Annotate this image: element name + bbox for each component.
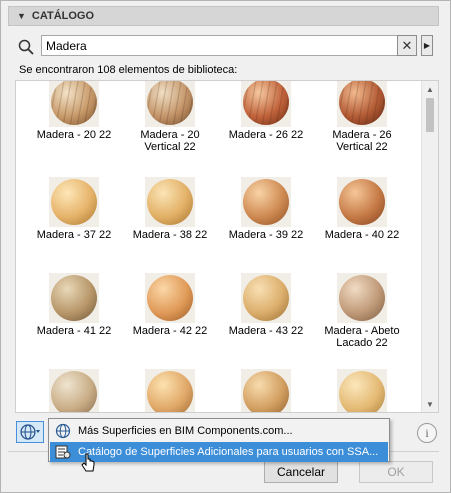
material-sphere-preview — [51, 371, 97, 412]
globe-icon — [55, 423, 71, 439]
material-label: Madera - 26 Vertical 22 — [332, 129, 392, 153]
material-thumbnail — [145, 81, 195, 127]
material-sphere-preview — [51, 81, 97, 125]
material-tile[interactable]: Madera - Abeto Lacado 22 — [314, 273, 410, 349]
online-resources-button[interactable] — [16, 421, 44, 443]
material-tile[interactable]: Madera - 38 22 — [122, 177, 218, 241]
material-thumbnail — [49, 273, 99, 323]
material-tile[interactable]: Madera - 41 22 — [26, 273, 122, 337]
search-row: ✕ ▶ — [15, 35, 439, 57]
catalog-dialog: ▼ CATÁLOGO ✕ ▶ Se encontraron 108 elemen… — [0, 0, 451, 493]
material-sphere-preview — [339, 371, 385, 412]
material-label: Madera - 37 22 — [36, 229, 112, 241]
material-tile[interactable] — [26, 369, 122, 412]
scroll-down-icon[interactable]: ▼ — [422, 396, 438, 412]
info-icon: i — [425, 425, 429, 440]
material-sphere-preview — [147, 275, 193, 321]
catalog-icon — [55, 445, 71, 459]
material-label: Madera - 20 Vertical 22 — [140, 129, 200, 153]
material-thumbnail — [145, 177, 195, 227]
material-label: Madera - 41 22 — [36, 325, 112, 337]
material-label: Madera - 42 22 — [132, 325, 208, 337]
material-sphere-preview — [147, 371, 193, 412]
info-button[interactable]: i — [417, 423, 437, 443]
material-thumbnail — [241, 369, 291, 412]
material-tile[interactable]: Madera - 42 22 — [122, 273, 218, 337]
material-thumbnail — [337, 273, 387, 323]
material-thumbnail — [241, 177, 291, 227]
material-tile[interactable]: Madera - 39 22 — [218, 177, 314, 241]
material-label: Madera - 43 22 — [228, 325, 304, 337]
material-label: Madera - Abeto Lacado 22 — [324, 325, 400, 349]
search-input[interactable] — [41, 35, 403, 56]
ok-button[interactable]: OK — [359, 461, 433, 483]
menu-item-bim-components[interactable]: Más Superficies en BIM Components.com... — [50, 421, 388, 441]
material-grid-panel: Madera - 20 22 Madera - 20 Vertical 22 Mad… — [15, 80, 439, 413]
clear-search-button[interactable]: ✕ — [397, 35, 417, 56]
material-sphere-preview — [51, 179, 97, 225]
result-count: Se encontraron 108 elementos de bibliote… — [19, 64, 238, 76]
material-label: Madera - 40 22 — [324, 229, 400, 241]
globe-icon — [20, 424, 40, 440]
material-sphere-preview — [339, 275, 385, 321]
section-title: CATÁLOGO — [31, 10, 95, 22]
menu-item-ssa-catalog[interactable]: Catálogo de Superficies Adicionales para… — [50, 442, 388, 462]
material-label: Madera - 26 22 — [228, 129, 304, 141]
search-options-button[interactable]: ▶ — [421, 35, 433, 56]
material-thumbnail — [49, 177, 99, 227]
material-sphere-preview — [147, 81, 193, 125]
material-sphere-preview — [243, 371, 289, 412]
material-sphere-preview — [243, 275, 289, 321]
material-thumbnail — [241, 81, 291, 127]
material-tile[interactable]: Madera - 26 22 — [218, 81, 314, 141]
material-sphere-preview — [243, 179, 289, 225]
material-sphere-preview — [51, 275, 97, 321]
material-thumbnail — [241, 273, 291, 323]
material-tile[interactable]: Madera - 20 22 — [26, 81, 122, 141]
scrollbar-thumb[interactable] — [426, 98, 434, 132]
menu-item-label: Más Superficies en BIM Components.com... — [78, 425, 293, 437]
material-tile[interactable]: Madera - 43 22 — [218, 273, 314, 337]
material-thumbnail — [337, 177, 387, 227]
material-label: Madera - 38 22 — [132, 229, 208, 241]
material-thumbnail — [337, 369, 387, 412]
material-sphere-preview — [339, 81, 385, 125]
online-menu-popup: Más Superficies en BIM Components.com...… — [48, 418, 390, 462]
material-tile[interactable]: Madera - 40 22 — [314, 177, 410, 241]
material-tile[interactable] — [218, 369, 314, 412]
menu-item-label: Catálogo de Superficies Adicionales para… — [78, 446, 379, 458]
material-thumbnail — [145, 273, 195, 323]
material-thumbnail — [49, 369, 99, 412]
material-thumbnail — [337, 81, 387, 127]
material-sphere-preview — [243, 81, 289, 125]
material-sphere-preview — [147, 179, 193, 225]
catalog-section-header[interactable]: ▼ CATÁLOGO — [8, 6, 439, 26]
search-icon — [18, 39, 34, 55]
material-tile[interactable] — [314, 369, 410, 412]
scroll-up-icon[interactable]: ▲ — [422, 81, 438, 97]
chevron-right-icon: ▶ — [423, 41, 431, 50]
collapse-triangle-icon[interactable]: ▼ — [17, 11, 26, 21]
material-tile[interactable]: Madera - 26 Vertical 22 — [314, 81, 410, 153]
material-tile[interactable] — [122, 369, 218, 412]
cancel-button[interactable]: Cancelar — [264, 461, 338, 483]
material-thumbnail — [49, 81, 99, 127]
material-label: Madera - 39 22 — [228, 229, 304, 241]
mouse-cursor-icon — [81, 453, 95, 472]
material-sphere-preview — [339, 179, 385, 225]
material-thumbnail — [145, 369, 195, 412]
close-icon: ✕ — [401, 37, 413, 53]
vertical-scrollbar[interactable]: ▲ ▼ — [421, 81, 438, 412]
material-tile[interactable]: Madera - 20 Vertical 22 — [122, 81, 218, 153]
material-tile[interactable]: Madera - 37 22 — [26, 177, 122, 241]
material-label: Madera - 20 22 — [36, 129, 112, 141]
